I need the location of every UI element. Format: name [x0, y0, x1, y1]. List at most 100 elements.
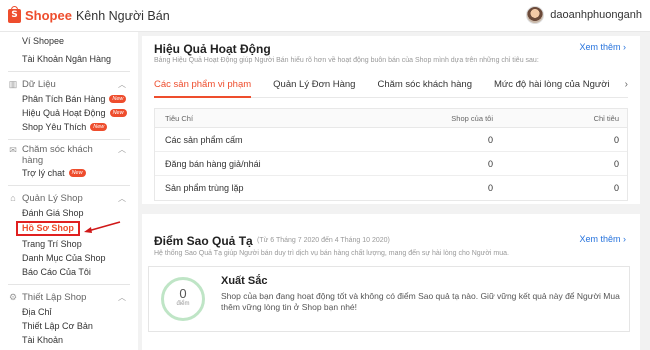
performance-see-all-link[interactable]: Xem thêm › — [579, 42, 626, 52]
sidebar-item-shop-reviews[interactable]: Đánh Giá Shop — [0, 206, 138, 220]
cell-criterion: Sản phẩm trùng lặp — [165, 183, 244, 193]
score-value: 0 — [179, 286, 187, 301]
sidebar-item-label: Danh Mục Của Shop — [22, 253, 106, 263]
score-ring: 0 điểm — [161, 277, 205, 321]
tab-buyer-satisfaction[interactable]: Mức độ hài lòng của Người — [494, 74, 610, 98]
column-header-criterion: Tiêu Chí — [165, 113, 194, 123]
performance-card: Hiệu Quả Hoạt Động Bảng Hiệu Quả Hoạt Độ… — [142, 36, 640, 204]
sidebar-item-label: Đánh Giá Shop — [22, 208, 84, 218]
new-badge: New — [109, 95, 127, 103]
sidebar-item-label: Báo Cáo Của Tôi — [22, 267, 91, 277]
score-message: Shop của bạn đang hoạt động tốt và không… — [221, 291, 620, 312]
table-header: Tiêu Chí Shop của tôi Chỉ tiêu — [155, 109, 627, 128]
sidebar-item-label: Hồ Sơ Shop — [16, 221, 80, 236]
table-row: Các sản phẩm cấm 0 0 — [155, 128, 627, 152]
sidebar-item-shop-categories[interactable]: Danh Mục Của Shop — [0, 251, 138, 265]
performance-description: Bảng Hiệu Quả Hoạt Động giúp Người Bán h… — [154, 57, 539, 64]
username: daoanhphuonganh — [550, 9, 642, 21]
annotation-arrow-icon — [84, 221, 121, 233]
sidebar-group-data[interactable]: ▥ Dữ Liệu ︿ — [0, 76, 138, 92]
cell-my-shop: 0 — [487, 183, 493, 193]
sidebar-group-title: Quản Lý Shop — [22, 192, 83, 204]
sidebar-group-customer-care[interactable]: ✉ Chăm sóc khách ︿ — [0, 144, 138, 155]
sidebar-item-label: Shop Yêu Thích — [22, 122, 87, 132]
sidebar-item-sales-analysis[interactable]: Phân Tích Bán Hàng New — [0, 92, 138, 106]
shopee-bag-icon: S — [8, 5, 21, 23]
cell-my-shop: 0 — [487, 158, 493, 169]
chevron-up-icon[interactable]: ︿ — [118, 193, 126, 204]
brand-name: Shopee — [25, 8, 72, 23]
divider — [8, 139, 130, 140]
sidebar-item-favorite-shop[interactable]: Shop Yêu Thích New — [0, 120, 138, 134]
sidebar-item-label: Phân Tích Bán Hàng — [22, 94, 106, 104]
cell-my-shop: 0 — [487, 134, 493, 145]
top-bar: S Shopee Kênh Người Bán daoanhphuonganh — [0, 0, 650, 32]
see-all-label: Xem thêm — [579, 234, 621, 244]
avatar[interactable] — [526, 6, 545, 24]
chevron-right-icon: › — [623, 42, 626, 52]
sidebar-item-shop-decoration[interactable]: Trang Trí Shop — [0, 237, 138, 251]
sidebar-item-account[interactable]: Tài Khoản — [0, 333, 138, 347]
cell-criterion: Các sản phẩm cấm — [165, 134, 243, 145]
sidebar-item-my-reports[interactable]: Báo Cáo Của Tôi — [0, 265, 138, 279]
chevron-right-icon[interactable]: › — [625, 74, 628, 96]
chevron-up-icon[interactable]: ︿ — [118, 79, 126, 90]
sidebar-item-label: Hiệu Quả Hoạt Động — [22, 108, 106, 118]
tab-order-management[interactable]: Quản Lý Đơn Hàng — [273, 74, 355, 98]
table-row: Sản phẩm trùng lặp 0 0 — [155, 176, 627, 200]
sidebar-item-chat-assistant[interactable]: Trợ lý chat New — [0, 166, 138, 180]
tab-violating-products[interactable]: Các sản phẩm vi phạm — [154, 74, 252, 98]
sidebar-item-label: Ví Shopee — [22, 36, 65, 46]
chart-icon: ▥ — [8, 79, 18, 89]
penalty-description: Hệ thống Sao Quả Tạ giúp Người bán duy t… — [154, 250, 509, 257]
new-badge: New — [90, 123, 108, 131]
sidebar-group-shop-settings[interactable]: ⚙ Thiết Lập Shop ︿ — [0, 289, 138, 305]
new-badge: New — [109, 109, 127, 117]
sidebar-item-label: Tài Khoản Ngân Hàng — [22, 54, 112, 64]
sidebar-item-label: Trang Trí Shop — [22, 239, 82, 249]
divider — [8, 185, 130, 186]
sidebar-group-title: Chăm sóc khách — [22, 144, 93, 155]
chevron-right-icon: › — [623, 234, 626, 244]
shop-icon: ⌂ — [10, 193, 16, 203]
cell-target: 0 — [613, 158, 619, 169]
sidebar-group-shop-management[interactable]: ⌂ Quản Lý Shop ︿ — [0, 190, 138, 206]
penalty-see-all-link[interactable]: Xem thêm › — [579, 234, 626, 244]
chevron-up-icon[interactable]: ︿ — [118, 144, 126, 155]
sidebar-item-performance[interactable]: Hiệu Quả Hoạt Động New — [0, 106, 138, 120]
column-header-target: Chỉ tiêu — [593, 113, 619, 123]
sidebar-item-address[interactable]: Địa Chỉ — [0, 305, 138, 319]
sidebar-group-title: Thiết Lập Shop — [22, 291, 87, 303]
sidebar: Ví Shopee Tài Khoản Ngân Hàng ▥ Dữ Liệu … — [0, 32, 138, 350]
performance-title: Hiệu Quả Hoạt Động — [154, 42, 271, 56]
cell-target: 0 — [613, 134, 619, 145]
sidebar-item-label: Địa Chỉ — [22, 307, 52, 317]
new-badge: New — [68, 169, 86, 177]
penalty-score-box: 0 điểm Xuất Sắc Shop của bạn đang hoạt đ… — [148, 266, 630, 332]
sidebar-item-vi-shopee[interactable]: Ví Shopee — [0, 34, 138, 48]
sidebar-item-basic-settings[interactable]: Thiết Lập Cơ Bản — [0, 319, 138, 333]
sidebar-item-shop-profile[interactable]: Hồ Sơ Shop — [0, 220, 138, 237]
cell-criterion: Đăng bán hàng giả/nhái — [165, 158, 261, 169]
sidebar-item-label: Tài Khoản — [22, 335, 64, 345]
cell-target: 0 — [613, 183, 619, 193]
score-unit: điểm — [176, 301, 190, 307]
sidebar-item-bank-account[interactable]: Tài Khoản Ngân Hàng — [0, 52, 138, 66]
performance-tabs: Các sản phẩm vi phạm Quản Lý Đơn Hàng Ch… — [154, 74, 628, 98]
penalty-points-card: Điểm Sao Quả Tạ (Từ 6 Tháng 7 2020 đến 4… — [142, 214, 640, 350]
sidebar-item-label: Trợ lý chat — [22, 168, 65, 178]
column-header-my-shop: Shop của tôi — [451, 113, 493, 123]
sidebar-group-title: Dữ Liệu — [22, 78, 56, 90]
divider — [8, 284, 130, 285]
sidebar-group-title-cont: hàng — [22, 155, 44, 166]
user-menu[interactable]: daoanhphuonganh — [526, 6, 642, 24]
score-grade: Xuất Sắc — [221, 275, 268, 287]
penalty-title: Điểm Sao Quả Tạ — [154, 234, 253, 248]
brand-logo[interactable]: S Shopee Kênh Người Bán — [8, 5, 170, 23]
sidebar-item-label: Thiết Lập Cơ Bản — [22, 321, 93, 331]
chevron-up-icon[interactable]: ︿ — [118, 292, 126, 303]
tab-customer-care[interactable]: Chăm sóc khách hàng — [377, 74, 472, 98]
penalty-date-range: (Từ 6 Tháng 7 2020 đến 4 Tháng 10 2020) — [257, 237, 390, 244]
table-row: Đăng bán hàng giả/nhái 0 0 — [155, 152, 627, 176]
chat-icon: ✉ — [9, 144, 17, 155]
